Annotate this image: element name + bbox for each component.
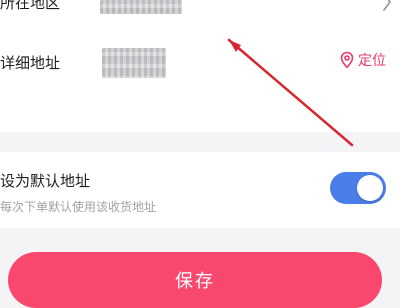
chevron-right-icon[interactable] bbox=[382, 0, 392, 12]
detail-address-label: 详细地址 bbox=[0, 54, 61, 72]
address-card: 所在地区 详细地址 定位 bbox=[0, 0, 400, 132]
region-label: 所在地区 bbox=[0, 0, 61, 12]
default-address-toggle[interactable] bbox=[330, 172, 386, 204]
region-value-blurred[interactable] bbox=[100, 0, 182, 14]
locate-button[interactable]: 定位 bbox=[339, 50, 386, 70]
default-address-label: 设为默认地址 bbox=[0, 172, 91, 190]
locate-label: 定位 bbox=[358, 53, 386, 69]
save-button-label: 保存 bbox=[175, 271, 215, 292]
default-address-subtitle: 每次下单默认使用该收货地址 bbox=[0, 200, 157, 214]
toggle-knob bbox=[357, 175, 383, 201]
detail-address-input-blurred[interactable] bbox=[102, 48, 166, 78]
location-pin-icon bbox=[340, 51, 354, 69]
